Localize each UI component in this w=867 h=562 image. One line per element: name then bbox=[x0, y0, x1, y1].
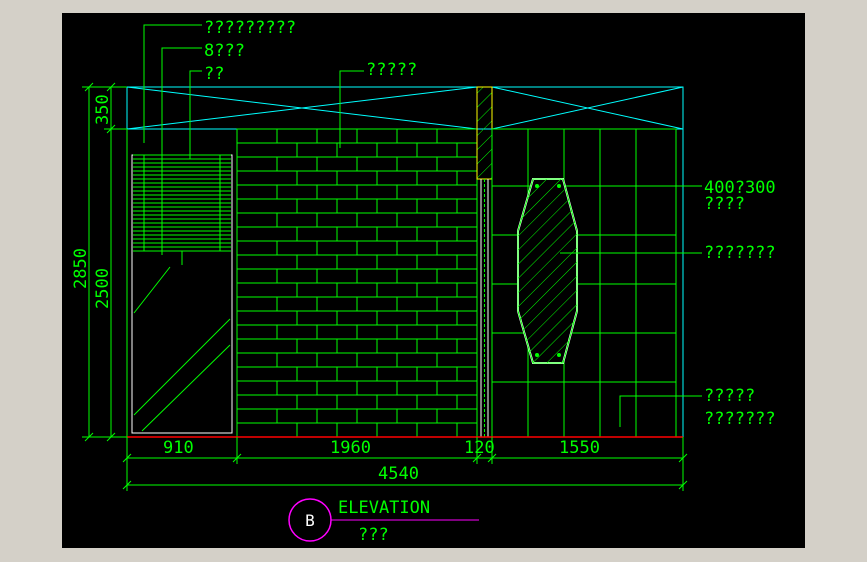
label-bottom-1: ????? bbox=[704, 386, 755, 406]
label-brick: ????? bbox=[366, 60, 417, 80]
label-top-3: ?? bbox=[204, 64, 224, 84]
dim-1960: 1960 bbox=[330, 438, 371, 458]
dim-2500: 2500 bbox=[93, 268, 113, 309]
window-glass-line-3 bbox=[141, 344, 231, 432]
label-bottom-2: ??????? bbox=[704, 409, 776, 429]
leader-top-2 bbox=[161, 47, 202, 255]
label-glass: ??????? bbox=[704, 243, 776, 263]
window-glass-line-2 bbox=[133, 318, 231, 416]
cad-viewport[interactable]: ????????? 8??? ?? ????? 400?300 ???? ???… bbox=[62, 13, 805, 548]
glass-fixing-tr bbox=[557, 184, 561, 188]
label-tile-note: ???? bbox=[704, 194, 745, 214]
glass-fixing-br bbox=[557, 353, 561, 357]
title-badge-letter: B bbox=[305, 511, 315, 530]
title-name: ELEVATION bbox=[338, 498, 430, 518]
leader-top-1 bbox=[143, 24, 202, 143]
elevation-drawing: ????????? 8??? ?? ????? 400?300 ???? ???… bbox=[71, 18, 776, 545]
leader-bottom bbox=[619, 395, 702, 427]
dim-350: 350 bbox=[93, 94, 113, 125]
brick-courses bbox=[237, 129, 477, 437]
glass-fixing-bl bbox=[535, 353, 539, 357]
leader-top-3 bbox=[189, 70, 202, 159]
dim-2850: 2850 bbox=[71, 248, 91, 289]
label-top-1: ????????? bbox=[204, 18, 296, 38]
title-subtitle: ??? bbox=[358, 525, 389, 545]
dim-1550: 1550 bbox=[559, 438, 600, 458]
dim-4540: 4540 bbox=[378, 464, 419, 484]
label-top-2: 8??? bbox=[204, 41, 245, 61]
window-glass-line-1 bbox=[133, 266, 171, 314]
decorative-glass-hatch bbox=[517, 178, 578, 364]
glass-fixing-tl bbox=[535, 184, 539, 188]
column-hatched bbox=[476, 86, 493, 180]
leader-brick bbox=[339, 70, 364, 148]
dim-120: 120 bbox=[464, 438, 495, 458]
dim-910: 910 bbox=[163, 438, 194, 458]
window-blinds bbox=[133, 154, 231, 252]
